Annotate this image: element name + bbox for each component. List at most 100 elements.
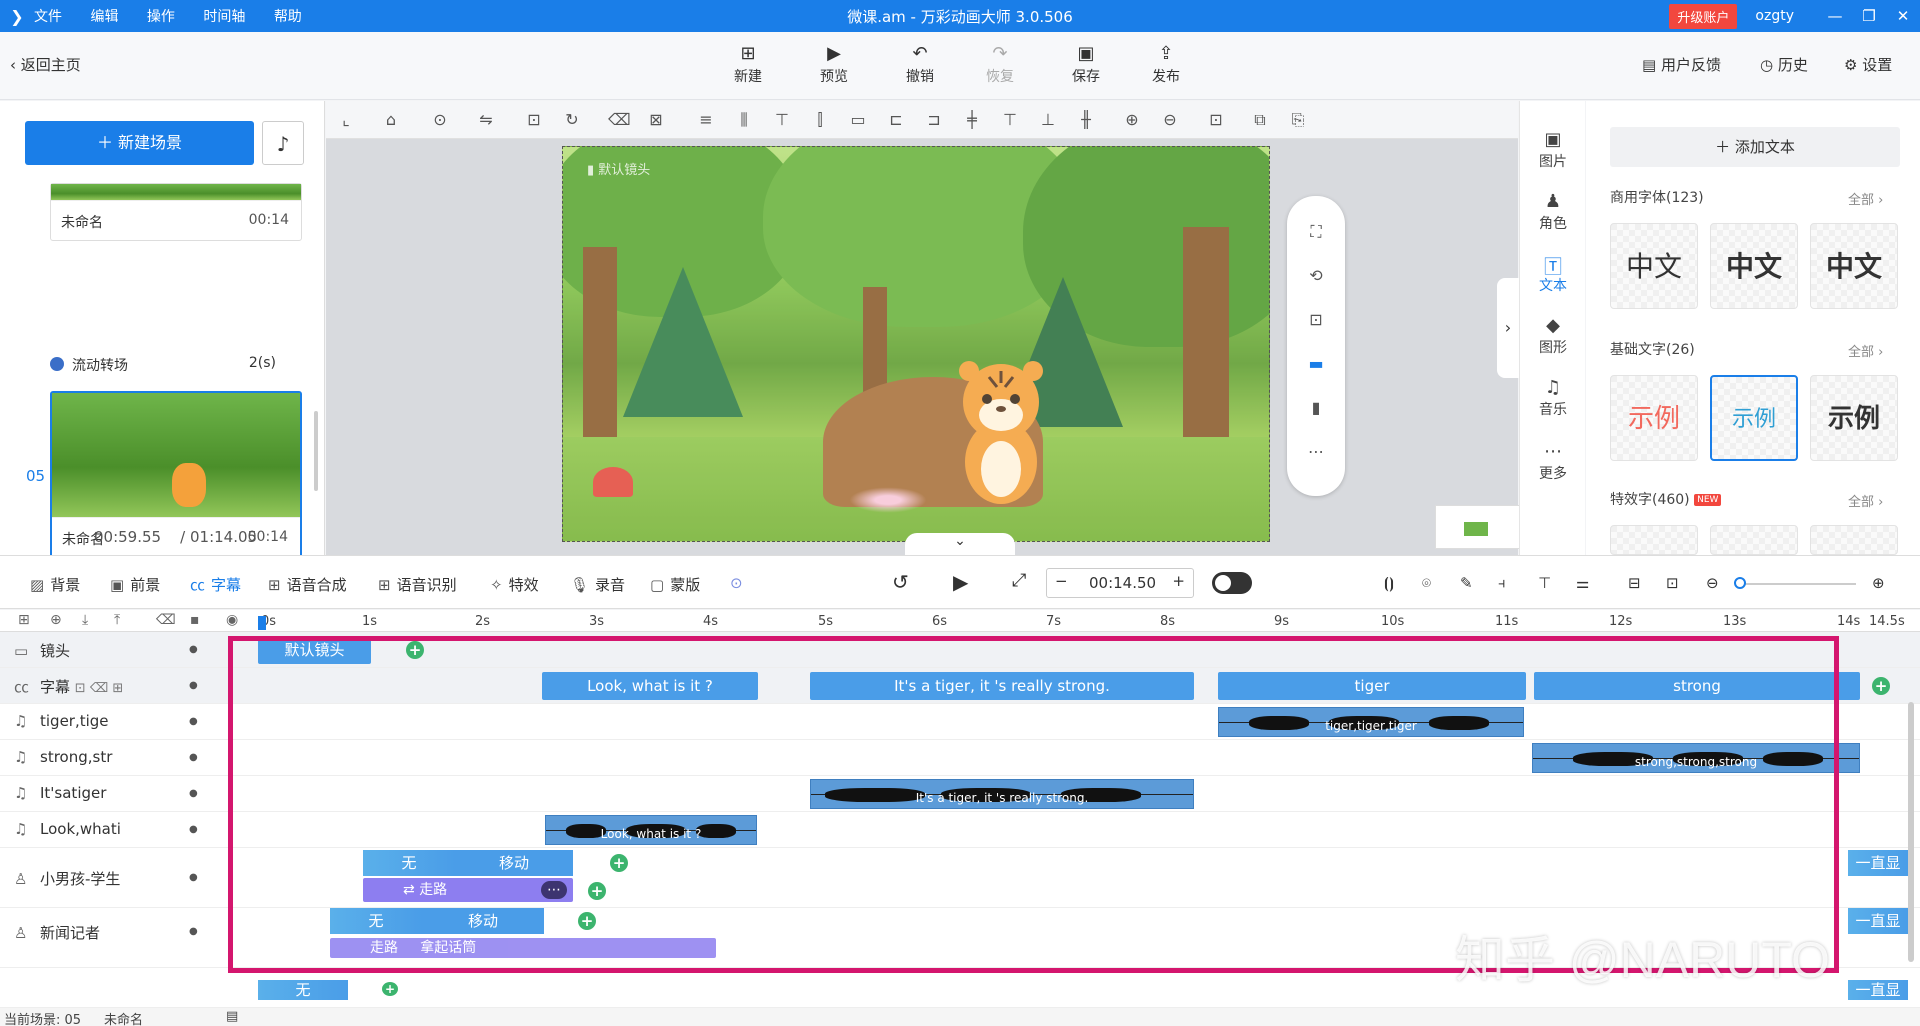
- center-h-icon[interactable]: ╪: [962, 111, 982, 129]
- add-action-button[interactable]: +: [588, 882, 606, 900]
- category-image[interactable]: ▣ 图片: [1520, 129, 1586, 171]
- close-icon[interactable]: ✕: [1886, 7, 1920, 25]
- effects-button[interactable]: ✧ 特效: [490, 574, 539, 595]
- notes-icon[interactable]: ▤: [226, 1009, 238, 1024]
- camera-clip[interactable]: 默认镜头: [258, 636, 371, 664]
- flip-icon[interactable]: ⇋: [476, 111, 496, 129]
- unlock-icon[interactable]: ⊡: [524, 111, 544, 129]
- preview-button[interactable]: ▶ 预览: [804, 42, 864, 86]
- unlock-icon[interactable]: ⊡: [1306, 310, 1326, 330]
- always-show-clip[interactable]: 一直显: [1848, 980, 1908, 1000]
- minimap[interactable]: [1435, 505, 1520, 549]
- add-text-button[interactable]: ＋ 添加文本: [1610, 127, 1900, 167]
- lock-icon[interactable]: ⊡: [1206, 111, 1226, 129]
- more-icon[interactable]: ⋯: [1306, 442, 1326, 462]
- record-button[interactable]: 🎙 录音: [570, 574, 625, 595]
- subtitle-clip[interactable]: Look, what is it ?: [542, 672, 758, 700]
- align-top-icon[interactable]: ⊤: [772, 111, 792, 129]
- action-clip[interactable]: ⇄ 走路 ⋯: [363, 878, 573, 902]
- effect-text-all-link[interactable]: 全部 ›: [1848, 491, 1883, 510]
- more-circle-icon[interactable]: ⊙: [430, 111, 450, 129]
- increment-button[interactable]: +: [1172, 572, 1185, 590]
- subtitle-clip[interactable]: It's a tiger, it 's really strong.: [810, 672, 1194, 700]
- rotate-device-icon[interactable]: ⟲: [1306, 266, 1326, 286]
- always-show-clip[interactable]: 一直显: [1848, 908, 1908, 934]
- collapse-panel-button[interactable]: ›: [1497, 278, 1519, 378]
- scene-card-04[interactable]: 未命名 00:14: [50, 183, 302, 241]
- subtitle-clip[interactable]: tiger: [1218, 672, 1526, 700]
- category-text[interactable]: 🅃 文本: [1520, 253, 1586, 295]
- enter-effect-clip[interactable]: 无: [330, 908, 422, 934]
- replay-button[interactable]: ↺: [892, 570, 909, 594]
- edit-button[interactable]: ✎: [1460, 574, 1473, 592]
- scene-music-button[interactable]: ♪: [262, 121, 304, 165]
- add-folder-icon[interactable]: ⊞: [18, 612, 30, 628]
- enter-effect-clip[interactable]: 无: [363, 850, 455, 876]
- menu-file[interactable]: 文件: [34, 9, 62, 25]
- adjust-button[interactable]: ⚌: [1576, 574, 1589, 592]
- time-input[interactable]: 00:14.50: [1089, 574, 1156, 592]
- enter-effect-clip[interactable]: 无: [258, 980, 348, 1000]
- decrement-button[interactable]: −: [1055, 572, 1068, 590]
- category-music[interactable]: ♫ 音乐: [1520, 377, 1586, 419]
- rotate-icon[interactable]: ↻: [562, 111, 582, 129]
- scene-scrollbar[interactable]: [314, 411, 318, 491]
- back-home-button[interactable]: ‹ 返回主页: [10, 54, 81, 75]
- move-up-icon[interactable]: ⤒: [114, 612, 120, 628]
- menu-help[interactable]: 帮助: [274, 9, 302, 25]
- add-effect-button[interactable]: +: [610, 854, 628, 872]
- username[interactable]: ozgty: [1755, 8, 1794, 24]
- split-button[interactable]: ⫞: [1498, 574, 1506, 592]
- restore-icon[interactable]: ❐: [1852, 7, 1886, 25]
- one-to-one-button[interactable]: ⊡: [1666, 574, 1679, 592]
- distribute-v-icon[interactable]: ▭: [848, 111, 868, 129]
- add-subtitle-button[interactable]: +: [1872, 677, 1890, 695]
- always-show-clip[interactable]: 一直显: [1848, 850, 1908, 876]
- audio-clip[interactable]: It's a tiger, it 's really strong.: [810, 779, 1194, 809]
- basic-sample-3[interactable]: 示例: [1810, 375, 1898, 461]
- transition-item[interactable]: 流动转场 2(s): [50, 355, 302, 375]
- playhead[interactable]: [258, 616, 266, 630]
- background-button[interactable]: ▨ 背景: [30, 574, 80, 595]
- menu-operate[interactable]: 操作: [147, 9, 175, 25]
- group-icon[interactable]: ⊠: [646, 111, 666, 129]
- effect-sample-1[interactable]: [1610, 525, 1698, 555]
- delete-track-icon[interactable]: ⌫: [156, 612, 176, 628]
- zoom-in-button[interactable]: ⊕: [1872, 574, 1885, 592]
- fullscreen-button[interactable]: ⤢: [1012, 570, 1026, 591]
- basic-sample-2[interactable]: 示例: [1710, 375, 1798, 461]
- audio-clip[interactable]: tiger,tiger,tiger: [1218, 707, 1524, 737]
- move-down-icon[interactable]: ⤓: [82, 612, 88, 628]
- move-clip[interactable]: 移动: [422, 908, 544, 934]
- undo-button[interactable]: ↶ 撤销: [890, 42, 950, 86]
- screenshot-button[interactable]: ⌾: [1422, 574, 1431, 592]
- add-layer-icon[interactable]: ⊕: [50, 612, 62, 628]
- monitor-icon[interactable]: ▬: [1306, 354, 1326, 374]
- foreground-button[interactable]: ▣ 前景: [110, 574, 160, 595]
- align-top-edge-icon[interactable]: ⊤: [1000, 111, 1020, 129]
- phone-icon[interactable]: ▮: [1306, 398, 1326, 418]
- more-options-button[interactable]: ⊙: [730, 574, 743, 592]
- effect-sample-3[interactable]: [1810, 525, 1898, 555]
- trash-icon[interactable]: ⌫: [608, 111, 631, 129]
- align-bottom-edge-icon[interactable]: ⊥: [1038, 111, 1058, 129]
- minimize-icon[interactable]: —: [1818, 7, 1852, 25]
- action-clip[interactable]: 走路 拿起话筒: [330, 938, 716, 958]
- home-icon[interactable]: ⌂: [381, 111, 401, 129]
- menu-edit[interactable]: 编辑: [90, 9, 118, 25]
- settings-button[interactable]: ⚙ 设置: [1844, 54, 1892, 75]
- font-sample-2[interactable]: 中文: [1710, 223, 1798, 309]
- move-clip[interactable]: 移动: [455, 850, 573, 876]
- font-sample-1[interactable]: 中文: [1610, 223, 1698, 309]
- audio-clip[interactable]: strong,strong,strong: [1532, 743, 1860, 773]
- crop-icon[interactable]: ⌞: [336, 111, 356, 129]
- distribute-h-icon[interactable]: ⫿: [810, 111, 830, 129]
- subtitle-edit-icons[interactable]: ⊡ ⌫ ⊞: [75, 681, 123, 696]
- tts-button[interactable]: ⊞ 语音合成: [268, 574, 347, 595]
- play-button[interactable]: ▶: [953, 570, 968, 594]
- filter-button[interactable]: ⊤: [1538, 574, 1551, 592]
- category-character[interactable]: ♟ 角色: [1520, 191, 1586, 233]
- lock-icon[interactable]: ▪: [190, 612, 200, 628]
- align-center-icon[interactable]: ≡: [696, 111, 716, 129]
- add-effect-button[interactable]: +: [578, 912, 596, 930]
